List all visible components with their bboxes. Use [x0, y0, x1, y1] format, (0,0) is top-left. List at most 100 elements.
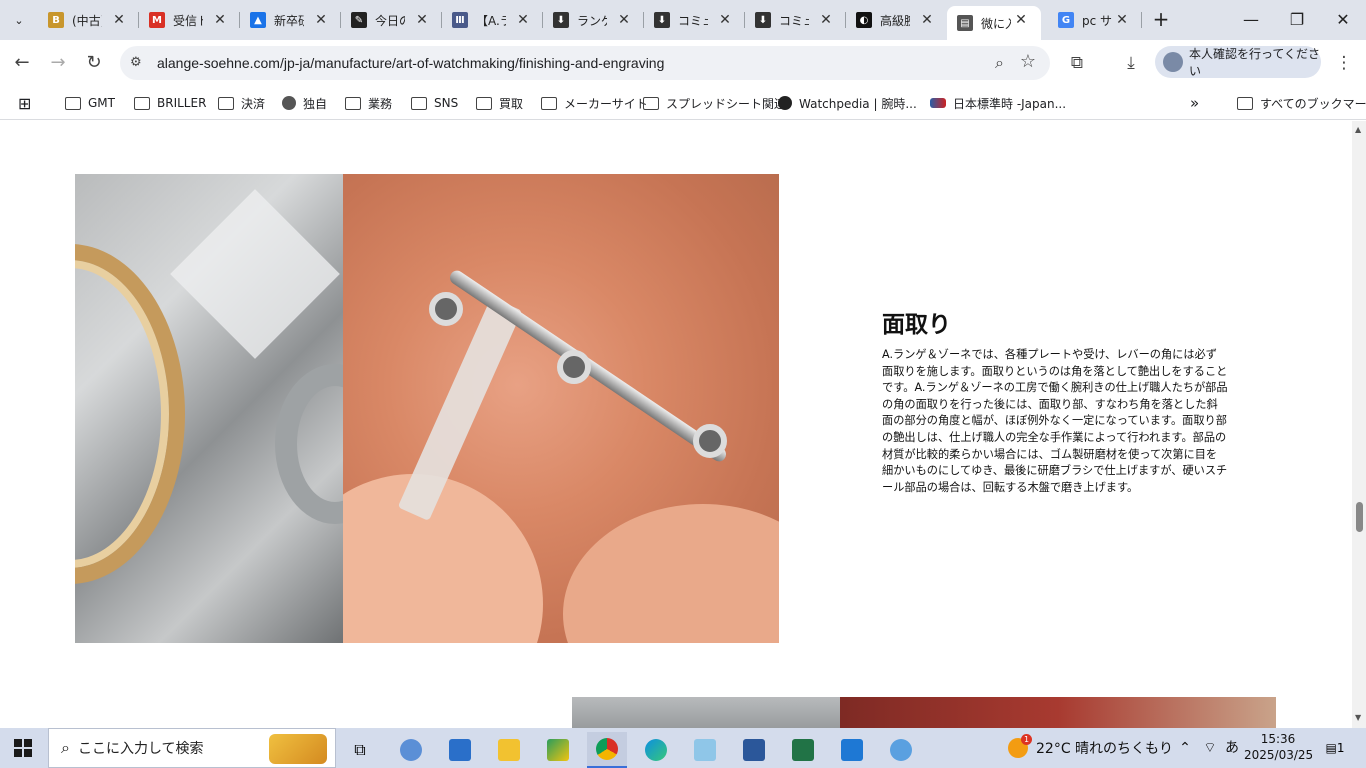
bookmark-item[interactable]: スプレッドシート関連: [643, 93, 786, 113]
scroll-down-icon[interactable]: ▼: [1355, 713, 1361, 722]
bookmark-label: GMT: [88, 96, 115, 110]
tab-search-button[interactable]: ⌄: [6, 8, 32, 32]
bookmark-item[interactable]: 業務: [345, 93, 392, 113]
profile-button[interactable]: 本人確認を行ってください: [1155, 46, 1321, 78]
globe-icon: [282, 96, 296, 110]
weather-widget[interactable]: 1 22°C 晴れのちくもり: [1008, 728, 1173, 768]
folder-icon: [541, 96, 557, 110]
tab-close-icon[interactable]: ✕: [313, 12, 329, 28]
bookmark-star-icon[interactable]: ☆: [1020, 51, 1036, 72]
tab[interactable]: ◐ 高級腕 ✕: [846, 0, 947, 40]
tab-favicon-icon: B: [48, 12, 64, 28]
menu-icon[interactable]: ⋮: [1332, 51, 1356, 75]
url-text[interactable]: alange-soehne.com/jp-ja/manufacture/art-…: [157, 55, 664, 71]
tab[interactable]: Ⅲ 【A.ラン ✕: [442, 0, 543, 40]
excel-icon[interactable]: [783, 732, 823, 768]
notification-center-icon[interactable]: ▤1: [1322, 737, 1348, 759]
tab-close-icon[interactable]: ✕: [1013, 12, 1029, 28]
tab-favicon-icon: ✎: [351, 12, 367, 28]
tab[interactable]: ⬇ ランゲ ✕: [543, 0, 644, 40]
bookmark-item[interactable]: 決済: [218, 93, 265, 113]
tab[interactable]: M 受信トレイ ✕: [139, 0, 240, 40]
close-window-button[interactable]: ✕: [1320, 0, 1366, 40]
zoom-icon[interactable]: ⌕: [995, 53, 1004, 73]
tab-favicon-icon: ⬇: [654, 12, 670, 28]
bookmark-item[interactable]: 日本標準時 -Japan...: [930, 93, 1066, 113]
photos-icon[interactable]: [832, 732, 872, 768]
all-bookmarks-folder[interactable]: すべてのブックマーク: [1237, 93, 1366, 113]
search-highlight-icon: [269, 734, 327, 764]
minimize-button[interactable]: —: [1228, 0, 1274, 40]
tab-favicon-icon: ⬇: [755, 12, 771, 28]
tab[interactable]: ▲ 新卒研修 ✕: [240, 0, 341, 40]
word-icon[interactable]: [734, 732, 774, 768]
tab-close-icon[interactable]: ✕: [515, 12, 531, 28]
site-favicon-icon: [930, 98, 946, 108]
tab[interactable]: ✎ 今日の ✕: [341, 0, 442, 40]
clock[interactable]: 15:36 2025/03/25: [1244, 731, 1313, 763]
tab-close-icon[interactable]: ✕: [212, 12, 228, 28]
page-scrollbar[interactable]: ▲ ▼: [1352, 121, 1366, 728]
tab[interactable]: ⬇ コミュ ✕: [644, 0, 745, 40]
edge-icon[interactable]: [636, 732, 676, 768]
tab-strip: ⌄ B (中古) ✕ M 受信トレイ ✕ ▲ 新卒研修 ✕ ✎ 今日の ✕ Ⅲ 【A.ラン ✕ ⬇ ランゲ ✕ ⬇ コ…: [0, 0, 1366, 40]
tab-close-icon[interactable]: ✕: [717, 12, 733, 28]
tab-close-icon[interactable]: ✕: [616, 12, 632, 28]
calculator-icon[interactable]: [440, 732, 480, 768]
ime-indicator[interactable]: あ: [1222, 728, 1242, 768]
bookmark-label: Watchpedia | 腕時...: [799, 96, 917, 111]
tab-close-icon[interactable]: ✕: [818, 12, 834, 28]
tab-close-icon[interactable]: ✕: [1114, 12, 1130, 28]
notepad-icon[interactable]: [685, 732, 725, 768]
folder-icon: [1237, 96, 1253, 110]
bookmark-item[interactable]: 独自: [282, 93, 327, 113]
back-button[interactable]: ←: [8, 49, 36, 77]
site-info-icon[interactable]: ⚙: [130, 55, 146, 71]
tray-overflow-icon[interactable]: ⌃: [1176, 728, 1194, 768]
tab-close-icon[interactable]: ✕: [111, 12, 127, 28]
task-view-icon[interactable]: ⧉: [340, 732, 380, 768]
tab[interactable]: ⬇ コミュ ✕: [745, 0, 846, 40]
file-explorer-icon[interactable]: [489, 732, 529, 768]
restore-button[interactable]: ❐: [1274, 0, 1320, 40]
network-icon[interactable]: ⌔: [1200, 728, 1220, 768]
tab-title: (中古): [72, 13, 102, 28]
search-icon: ⌕: [61, 738, 70, 757]
downloads-icon[interactable]: ⤓: [1119, 51, 1143, 75]
tab[interactable]: B (中古) ✕: [38, 0, 139, 40]
forward-button[interactable]: →: [44, 49, 72, 77]
bookmarks-overflow-button[interactable]: »: [1190, 93, 1199, 113]
start-button[interactable]: [14, 739, 32, 757]
paint-3d-icon[interactable]: [881, 732, 921, 768]
bookmark-item[interactable]: メーカーサイト: [541, 93, 648, 113]
bookmark-item[interactable]: SNS: [411, 93, 458, 113]
scroll-up-icon[interactable]: ▲: [1355, 125, 1361, 134]
tab-close-icon[interactable]: ✕: [414, 12, 430, 28]
taskbar-search-placeholder: ここに入力して検索: [77, 741, 204, 757]
tab-favicon-icon: Ⅲ: [452, 12, 468, 28]
bookmark-item[interactable]: Watchpedia | 腕時...: [778, 93, 917, 113]
extensions-icon[interactable]: ⧉: [1065, 51, 1089, 75]
chrome-icon[interactable]: [587, 732, 627, 768]
bookmark-label: BRILLER: [157, 96, 207, 110]
analysis-app-icon[interactable]: [538, 732, 578, 768]
tab-favicon-icon: G: [1058, 12, 1074, 28]
avatar: [1163, 52, 1183, 72]
taskbar-search[interactable]: ⌕ ここに入力して検索: [48, 728, 336, 768]
address-bar[interactable]: ⚙ alange-soehne.com/jp-ja/manufacture/ar…: [120, 46, 1050, 80]
paint-icon[interactable]: [391, 732, 431, 768]
next-section-image-2: [840, 697, 1276, 728]
tab-title: pc サ: [1082, 13, 1112, 28]
bookmark-item[interactable]: 買取: [476, 93, 523, 113]
reload-button[interactable]: ↻: [80, 49, 108, 77]
scrollbar-thumb[interactable]: [1356, 502, 1363, 532]
tab-close-icon[interactable]: ✕: [919, 12, 935, 28]
bookmark-item[interactable]: BRILLER: [134, 93, 206, 113]
tab[interactable]: Gpc サ ✕: [1048, 0, 1142, 40]
apps-icon[interactable]: ⊞: [18, 93, 31, 113]
site-favicon-icon: [778, 96, 792, 110]
new-tab-button[interactable]: +: [1150, 8, 1172, 30]
tab[interactable]: ▤ 微に入✕: [947, 6, 1041, 40]
bookmark-item[interactable]: GMT: [65, 93, 115, 113]
tab-title: ランゲ: [577, 13, 607, 28]
